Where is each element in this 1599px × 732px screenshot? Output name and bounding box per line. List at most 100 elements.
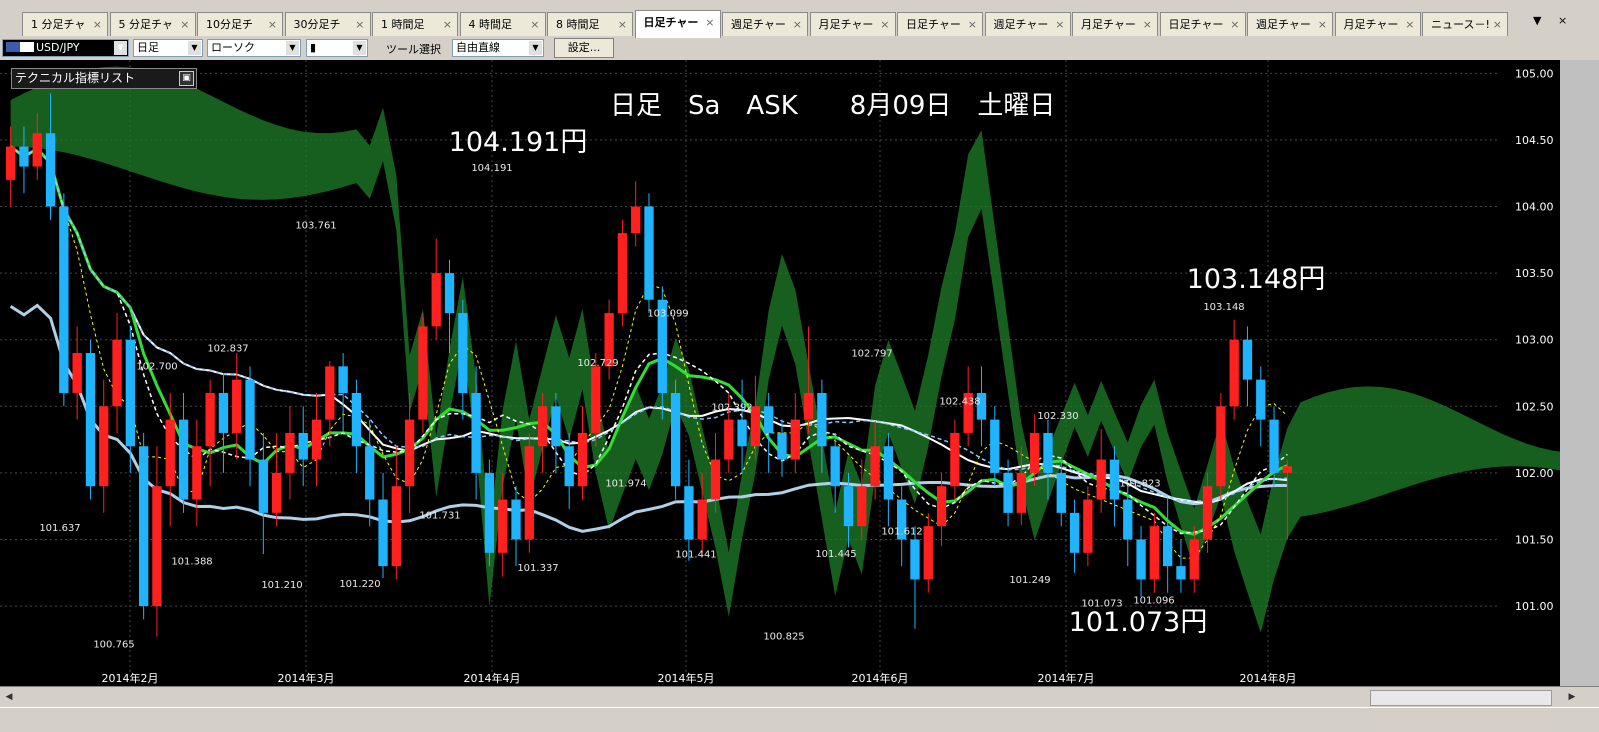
tab-15[interactable]: 月足チャー × <box>1334 12 1421 36</box>
close-icon[interactable]: × <box>1143 13 1152 36</box>
candle-body <box>644 206 654 300</box>
price-chart[interactable]: 105.00 104.50 104.00 103.50 103.00 102.50 102.… <box>0 60 1560 686</box>
scroll-left-icon[interactable]: ◀ <box>2 690 16 704</box>
price-label: 101.220 <box>339 579 380 590</box>
tab-6[interactable]: 8 時間足 × <box>547 12 633 36</box>
close-icon[interactable]: × <box>355 13 364 36</box>
candle-body <box>1229 339 1239 407</box>
timeframe-select[interactable]: 日足 ▼ <box>133 39 203 57</box>
x-tick-label: 2014年8月 <box>1240 671 1297 685</box>
close-all-icon[interactable]: × <box>1558 14 1567 27</box>
tab-label: 週足チャー <box>731 18 786 31</box>
chart-type-select[interactable]: ローソク ▼ <box>207 39 301 57</box>
close-icon[interactable]: × <box>1055 13 1064 36</box>
price-label: 104.191 <box>471 163 512 174</box>
price-label: 103.761 <box>295 220 336 231</box>
tab-label: 月足チャー <box>818 18 874 31</box>
tab-4[interactable]: 1 時間足 × <box>372 12 458 36</box>
candle-body <box>1189 539 1199 580</box>
tab-16[interactable]: ニュース－! × <box>1422 12 1508 36</box>
close-icon[interactable]: × <box>1230 13 1239 36</box>
close-icon[interactable]: × <box>968 13 977 36</box>
close-icon[interactable]: × <box>443 13 452 36</box>
close-icon[interactable]: × <box>1318 13 1327 36</box>
candle-body <box>138 446 149 607</box>
candle-body <box>577 432 588 487</box>
x-tick-label: 2014年2月 <box>102 671 159 685</box>
candle-body <box>817 392 827 447</box>
tab-0[interactable]: 1 分足チャ × <box>22 12 108 36</box>
chevron-down-icon[interactable]: ▼ <box>188 41 201 55</box>
price-label: 101.441 <box>675 549 716 560</box>
tab-10[interactable]: 日足チャー × <box>897 12 983 36</box>
tab-9[interactable]: 月足チャー × <box>809 12 896 36</box>
candle-body <box>910 539 920 580</box>
tab-14[interactable]: 週足チャー × <box>1247 12 1333 36</box>
candle-body <box>32 133 42 167</box>
tab-12[interactable]: 月足チャー × <box>1072 12 1158 36</box>
close-icon[interactable]: × <box>268 13 277 36</box>
close-icon[interactable]: × <box>93 13 102 36</box>
candle-body <box>5 146 16 180</box>
candle-body <box>950 432 960 487</box>
close-icon[interactable]: × <box>530 13 539 36</box>
vertical-scrollbar[interactable] <box>1560 60 1599 686</box>
candle-body <box>165 419 175 487</box>
close-icon[interactable]: × <box>880 13 889 36</box>
scroll-thumb[interactable] <box>1370 690 1552 706</box>
close-icon[interactable]: × <box>705 11 714 35</box>
candle-body <box>404 419 415 487</box>
candle-body <box>391 486 401 567</box>
chevron-down-icon[interactable]: ▼ <box>353 41 366 55</box>
tool-select[interactable]: 自由直線 ▼ <box>452 39 544 57</box>
close-icon[interactable]: × <box>1405 13 1414 36</box>
collapse-icon[interactable]: ▣ <box>179 71 194 86</box>
tab-8[interactable]: 週足チャー × <box>722 12 808 36</box>
chevron-down-icon[interactable]: ▼ <box>114 41 127 55</box>
candle-body <box>551 406 561 447</box>
tab-7[interactable]: 日足チャー × <box>634 10 721 38</box>
candle-body <box>1136 539 1146 580</box>
candle-body <box>591 366 601 433</box>
tab-2[interactable]: 10分足チ × <box>197 12 283 36</box>
price-label: 103.148 <box>1203 302 1244 313</box>
settings-button[interactable]: 設定... <box>554 38 614 58</box>
candle-body <box>1149 526 1160 580</box>
price-label: 100.825 <box>763 631 804 642</box>
candle-body <box>232 379 242 433</box>
tab-1[interactable]: 5 分足チャ × <box>109 12 196 36</box>
candle-body <box>1269 419 1279 473</box>
tab-3[interactable]: 30分足チ × <box>284 12 371 36</box>
chart-canvas[interactable]: 105.00 104.50 104.00 103.50 103.00 102.50 102.… <box>0 60 1560 686</box>
chevron-down-icon[interactable]: ▼ <box>529 41 542 55</box>
symbol-select[interactable]: USD/JPY ▼ <box>2 39 129 57</box>
candle-body <box>458 313 468 393</box>
candle-body <box>99 406 109 487</box>
scroll-right-icon[interactable]: ▶ <box>1565 690 1579 704</box>
candle-body <box>737 419 747 447</box>
tab-label: 1 時間足 <box>381 18 425 31</box>
chevron-down-icon[interactable]: ▼ <box>286 41 299 55</box>
tab-label: 日足チャー <box>1168 18 1224 31</box>
indicator-list-panel[interactable]: テクニカル指標リスト ▣ <box>11 68 197 89</box>
tab-menu-icon[interactable]: ▼ <box>1533 14 1541 27</box>
close-icon[interactable]: × <box>793 13 802 36</box>
candle-body <box>524 446 534 540</box>
candle-body <box>710 459 721 500</box>
candle-style-select[interactable]: ▮ ▼ <box>306 39 368 57</box>
tab-label: ニュース－! <box>1431 18 1490 31</box>
candle-body <box>1096 459 1106 500</box>
close-icon[interactable]: × <box>618 13 627 36</box>
close-icon[interactable]: × <box>1493 13 1502 36</box>
horizontal-scrollbar[interactable]: ◀ ▶ <box>0 686 1599 707</box>
tab-5[interactable]: 4 時間足 × <box>459 12 546 36</box>
tab-11[interactable]: 週足チャー × <box>984 12 1071 36</box>
candle-body <box>471 392 481 473</box>
tab-13[interactable]: 日足チャー × <box>1159 12 1246 36</box>
tab-label: 日足チャー <box>643 16 699 29</box>
tool-value: 自由直線 <box>456 41 500 54</box>
candle-body <box>1163 526 1173 567</box>
timeframe-value: 日足 <box>137 41 159 54</box>
close-icon[interactable]: × <box>180 13 189 36</box>
price-label: 101.445 <box>815 549 856 560</box>
